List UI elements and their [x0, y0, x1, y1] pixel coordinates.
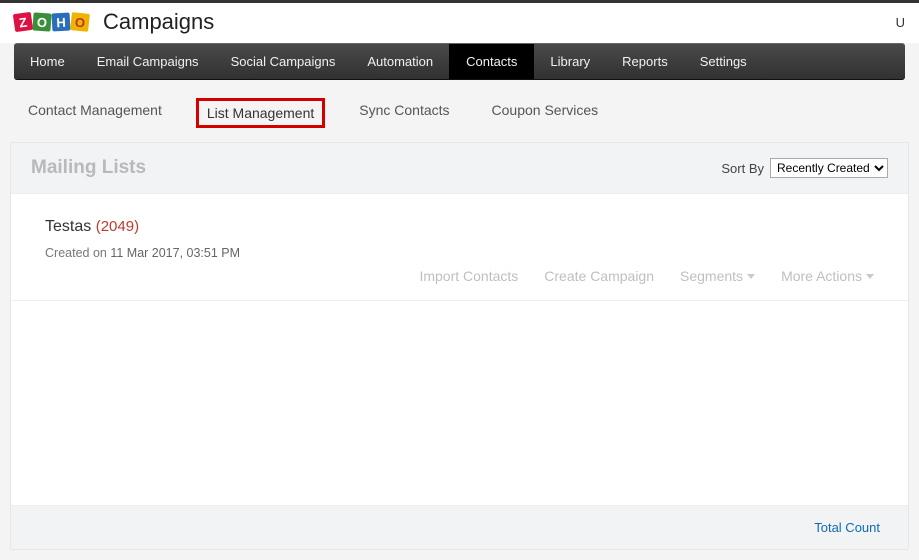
panel-header: Mailing Lists Sort By Recently Created: [11, 143, 908, 193]
sort-dropdown[interactable]: Recently Created: [770, 158, 888, 178]
empty-area: [11, 301, 908, 506]
user-initial: U: [896, 15, 905, 30]
list-title-row: Testas (2049): [45, 218, 874, 236]
action-import-label: Import Contacts: [419, 268, 518, 284]
main-nav: Home Email Campaigns Social Campaigns Au…: [14, 43, 905, 80]
total-count-link[interactable]: Total Count: [814, 520, 880, 535]
list-actions: Import Contacts Create Campaign Segments…: [45, 268, 874, 284]
list-created: Created on 11 Mar 2017, 03:51 PM: [45, 246, 874, 260]
nav-reports[interactable]: Reports: [606, 44, 684, 79]
list-count: (2049): [96, 218, 139, 235]
sub-nav: Contact Management List Management Sync …: [0, 80, 919, 142]
nav-email-campaigns[interactable]: Email Campaigns: [81, 44, 215, 79]
content-panel: Mailing Lists Sort By Recently Created T…: [10, 142, 909, 550]
sort-control: Sort By Recently Created: [721, 158, 888, 178]
action-create-campaign[interactable]: Create Campaign: [544, 268, 654, 284]
nav-automation[interactable]: Automation: [351, 44, 449, 79]
action-more-actions[interactable]: More Actions: [781, 268, 874, 284]
nav-settings[interactable]: Settings: [684, 44, 763, 79]
subnav-sync-contacts[interactable]: Sync Contacts: [351, 98, 457, 128]
action-create-label: Create Campaign: [544, 268, 654, 284]
mailing-list-card: Testas (2049) Created on 11 Mar 2017, 03…: [11, 193, 908, 301]
chevron-down-icon: [747, 274, 755, 279]
created-prefix: Created on: [45, 246, 110, 260]
nav-library[interactable]: Library: [534, 44, 606, 79]
subnav-contact-management[interactable]: Contact Management: [20, 98, 170, 128]
subnav-list-management[interactable]: List Management: [196, 98, 325, 128]
logo-letter-z: Z: [13, 12, 33, 32]
subnav-coupon-services[interactable]: Coupon Services: [484, 98, 607, 128]
logo-letter-o2: O: [70, 12, 90, 32]
logo-letter-h: H: [52, 13, 71, 32]
brand-name: Campaigns: [103, 9, 214, 35]
sort-label: Sort By: [721, 161, 764, 176]
nav-home[interactable]: Home: [14, 44, 81, 79]
list-name[interactable]: Testas: [45, 218, 91, 235]
logo-letter-o: O: [32, 12, 51, 31]
top-bar: Z O H O Campaigns U: [0, 3, 919, 43]
zoho-logo: Z O H O: [14, 13, 89, 31]
panel-footer: Total Count: [11, 506, 908, 549]
chevron-down-icon: [866, 274, 874, 279]
action-more-label: More Actions: [781, 268, 862, 284]
nav-contacts[interactable]: Contacts: [449, 44, 534, 79]
created-datetime: 11 Mar 2017, 03:51 PM: [110, 246, 240, 260]
nav-social-campaigns[interactable]: Social Campaigns: [215, 44, 352, 79]
action-segments-label: Segments: [680, 268, 743, 284]
panel-title: Mailing Lists: [31, 157, 146, 179]
action-import-contacts[interactable]: Import Contacts: [419, 268, 518, 284]
action-segments[interactable]: Segments: [680, 268, 755, 284]
